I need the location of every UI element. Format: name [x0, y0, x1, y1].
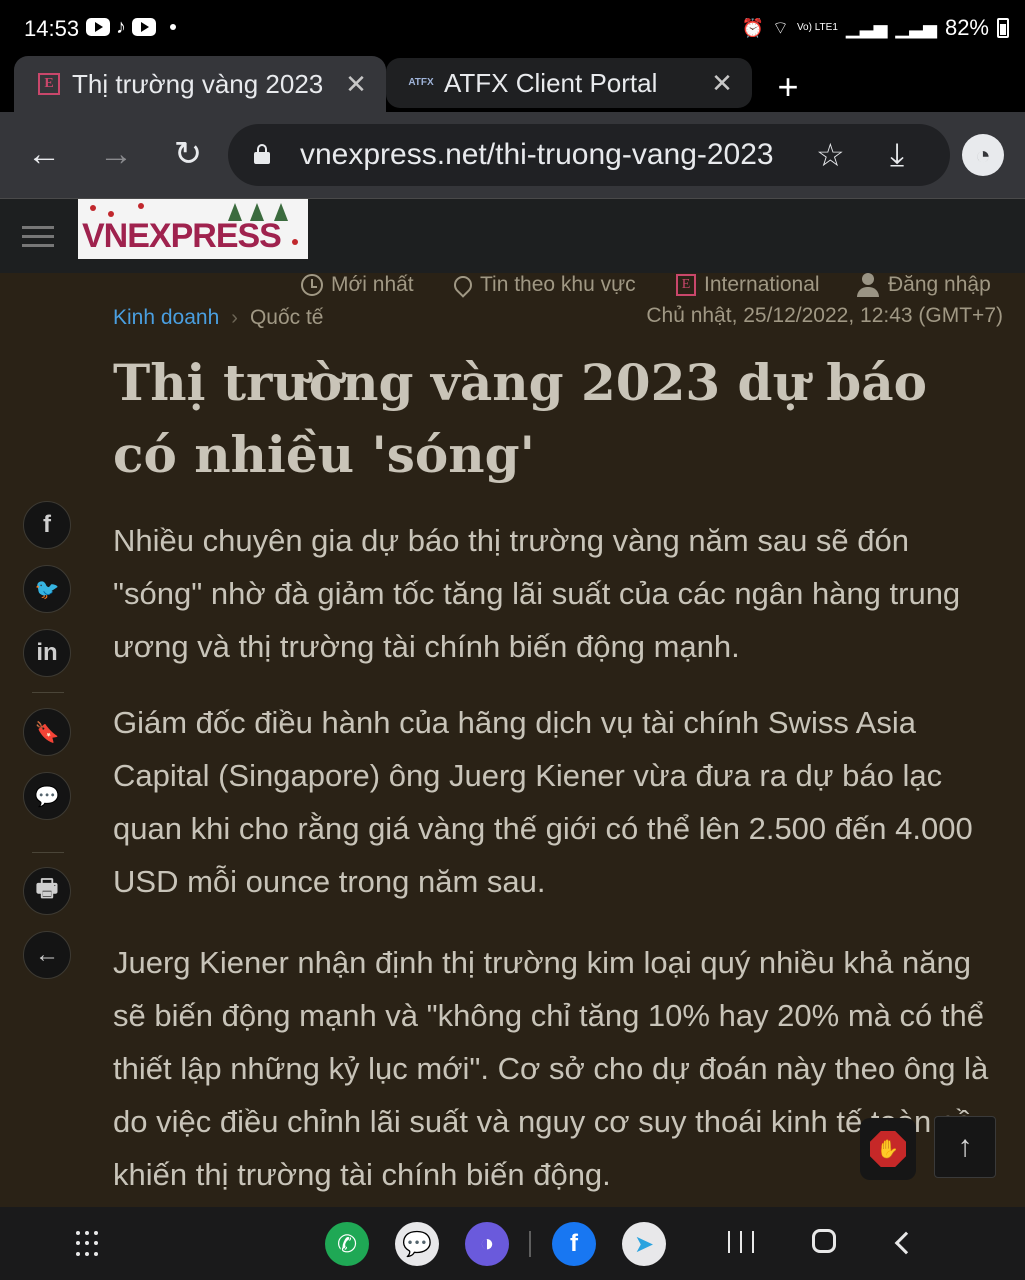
phone-app-icon[interactable]: ✆	[325, 1222, 369, 1266]
breadcrumb-subcategory[interactable]: Quốc tế	[250, 306, 324, 330]
nav-regional-news[interactable]: Tin theo khu vực	[450, 273, 636, 298]
site-header: VNEXPRESS	[0, 198, 1025, 273]
article-lead: Nhiều chuyên gia dự báo thị trường vàng …	[113, 523, 961, 664]
system-status: ⏰ ⌔ Vo) LTE1 ▁▃▅ ▁▃▅ 82%	[742, 15, 1009, 41]
lock-icon[interactable]	[254, 144, 270, 164]
url-text[interactable]: vnexpress.net/thi-truong-vang-2023	[300, 138, 795, 172]
internet-app-icon[interactable]: ◑	[465, 1222, 509, 1266]
tab-strip: E Thị trường vàng 2023 ✕ ATFX ATFX Clien…	[0, 56, 1025, 112]
address-bar[interactable]: vnexpress.net/thi-truong-vang-2023 ☆ ⤓	[228, 124, 950, 186]
vnexpress-logo[interactable]: VNEXPRESS	[78, 199, 308, 259]
status-bar: 14:53 ♪ ⏰ ⌔ Vo) LTE1 ▁▃▅ ▁▃▅ 82%	[0, 0, 1025, 56]
forward-button[interactable]: →	[96, 134, 136, 174]
app-drawer-icon[interactable]	[76, 1231, 102, 1257]
tiktok-icon: ♪	[116, 16, 126, 38]
atfx-favicon-icon: ATFX	[408, 77, 434, 88]
twitter-share-icon[interactable]: 🐦	[23, 565, 71, 613]
clock-icon	[301, 274, 323, 296]
signal-icon: ▁▃▅	[895, 17, 937, 38]
back-arrow-icon[interactable]: ←	[23, 931, 71, 979]
e-logo-icon: E	[676, 274, 696, 296]
nav-label: International	[704, 273, 820, 296]
vnexpress-favicon-icon: E	[38, 73, 60, 95]
telegram-app-icon[interactable]: ➤	[622, 1222, 666, 1266]
alarm-icon: ⏰	[741, 17, 765, 38]
extension-icon[interactable]: ◔	[962, 134, 1004, 176]
rail-divider	[32, 852, 64, 853]
reload-button[interactable]: ↻	[168, 134, 208, 174]
chevron-right-icon: ›	[231, 306, 238, 329]
browser-toolbar: ← → ↻ vnexpress.net/thi-truong-vang-2023…	[0, 112, 1025, 198]
star-icon[interactable]: ☆	[816, 136, 845, 174]
linkedin-share-icon[interactable]: in	[23, 629, 71, 677]
scroll-to-top-button[interactable]: ↑	[934, 1116, 996, 1178]
tab-title: ATFX Client Portal	[444, 67, 658, 98]
map-pin-icon	[450, 273, 476, 298]
comment-icon[interactable]: 💬	[23, 772, 71, 820]
article-page: Mới nhất Tin theo khu vực E Internationa…	[0, 273, 1025, 1207]
system-back-button[interactable]	[894, 1231, 918, 1255]
article-title: Thị trường vàng 2023 dự báo có nhiều 'só…	[113, 353, 927, 484]
status-time: 14:53	[24, 16, 80, 41]
nav-label: Tin theo khu vực	[480, 273, 636, 296]
nav-label: Đăng nhập	[888, 273, 991, 296]
nav-login[interactable]: Đăng nhập	[856, 273, 991, 297]
new-tab-button[interactable]: +	[772, 66, 804, 108]
facebook-app-icon[interactable]: f	[552, 1222, 596, 1266]
rail-divider	[32, 692, 64, 693]
close-tab-icon[interactable]: ✕	[710, 68, 734, 99]
youtube-icon	[132, 18, 156, 36]
signal-icon: ▁▃▅	[845, 17, 888, 38]
youtube-icon	[86, 18, 110, 36]
adblock-button[interactable]: ✋	[860, 1118, 916, 1180]
tab-title: Thị trường vàng 2023	[72, 68, 324, 99]
battery-icon	[997, 18, 1009, 38]
stop-hand-icon: ✋	[870, 1131, 906, 1167]
more-notifications-icon	[170, 24, 176, 30]
volte-icon: Vo) LTE1	[796, 22, 838, 33]
article-paragraph: Giám đốc điều hành của hãng dịch vụ tài …	[113, 705, 973, 899]
battery-percent: 82%	[944, 15, 989, 40]
recents-button[interactable]	[728, 1231, 754, 1257]
home-button[interactable]	[812, 1229, 836, 1253]
bookmark-icon[interactable]: 🔖	[23, 708, 71, 756]
logo-text: VNEXPRESS	[82, 217, 282, 255]
messages-app-icon[interactable]: 💬	[395, 1222, 439, 1266]
breadcrumb-category[interactable]: Kinh doanh	[113, 306, 219, 330]
article-date: Chủ nhật, 25/12/2022, 12:43 (GMT+7)	[646, 304, 1003, 327]
user-icon	[856, 273, 880, 297]
close-tab-icon[interactable]: ✕	[344, 69, 368, 100]
nav-international[interactable]: E International	[676, 273, 820, 297]
notification-icons: ♪	[86, 16, 176, 38]
tab-atfx[interactable]: ATFX ATFX Client Portal ✕	[386, 58, 752, 108]
facebook-share-icon[interactable]: f	[23, 501, 71, 549]
menu-icon[interactable]	[22, 226, 54, 253]
system-navigation-bar: ✆ 💬 ◑ f ➤	[0, 1207, 1025, 1280]
back-button[interactable]: ←	[24, 134, 64, 174]
print-icon[interactable]: 🖶	[23, 867, 71, 915]
tab-vnexpress[interactable]: E Thị trường vàng 2023 ✕	[14, 56, 386, 112]
dock-divider	[529, 1231, 531, 1257]
nav-label: Mới nhất	[331, 273, 414, 296]
breadcrumb: Kinh doanh › Quốc tế	[113, 306, 323, 330]
download-icon[interactable]: ⤓	[890, 136, 904, 174]
wifi-icon: ⌔	[772, 17, 789, 38]
nav-latest[interactable]: Mới nhất	[301, 273, 414, 297]
